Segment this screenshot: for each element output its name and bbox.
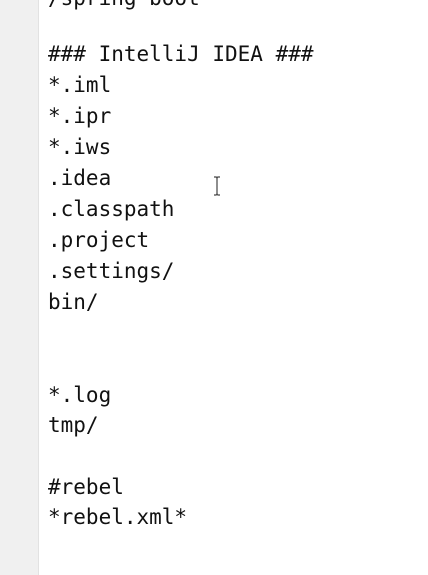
- code-line: bin/: [48, 290, 99, 314]
- code-line: *.ipr: [48, 104, 112, 128]
- code-line: .settings/: [48, 259, 175, 283]
- code-line: ### IntelliJ IDEA ###: [48, 42, 314, 66]
- code-line: *rebel.xml*: [48, 505, 188, 529]
- code-line: *.log: [48, 383, 112, 407]
- editor-text-area[interactable]: /spring-boot ### IntelliJ IDEA ### *.iml…: [48, 0, 428, 575]
- code-line: /spring-boot: [48, 0, 200, 12]
- code-line: *.iws: [48, 135, 112, 159]
- code-line: .classpath: [48, 197, 175, 221]
- text-editor[interactable]: /spring-boot ### IntelliJ IDEA ### *.iml…: [0, 0, 428, 575]
- code-line: .idea: [48, 166, 112, 190]
- code-line: .project: [48, 228, 150, 252]
- editor-gutter: [0, 0, 39, 575]
- code-line: #rebel: [48, 475, 124, 499]
- code-line: *.iml: [48, 73, 112, 97]
- code-line: tmp/: [48, 413, 99, 437]
- text-cursor-icon: [214, 176, 220, 196]
